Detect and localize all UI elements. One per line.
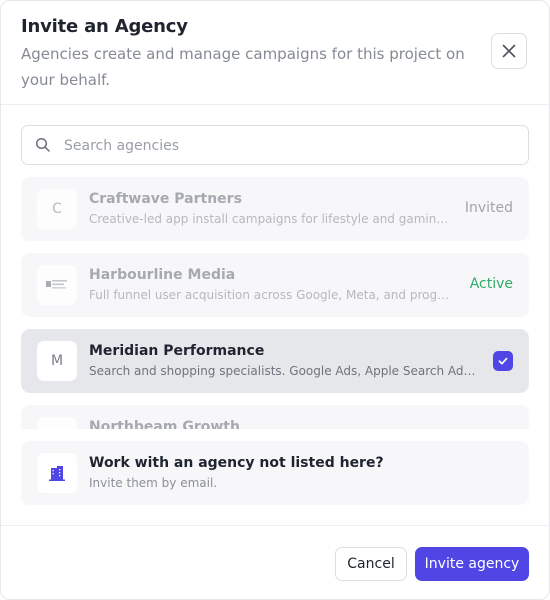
agency-name: Meridian Performance	[89, 343, 265, 359]
invite-agency-dialog: Invite an Agency Agencies create and man…	[0, 0, 550, 600]
search-input[interactable]	[62, 126, 506, 166]
agency-avatar	[37, 417, 77, 429]
dialog-title: Invite an Agency	[21, 16, 188, 37]
agency-item-harbourline[interactable]: Harbourline Media Full funnel user acqui…	[21, 253, 529, 317]
agency-description: Search and shopping specialists. Google …	[89, 364, 481, 378]
dialog-header: Invite an Agency Agencies create and man…	[1, 1, 549, 105]
status-badge: Invited	[464, 200, 513, 216]
agency-item-meridian[interactable]: M Meridian Performance Search and shoppi…	[21, 329, 529, 393]
status-badge: Active	[469, 276, 513, 292]
agency-description: Full funnel user acquisition across Goog…	[89, 288, 453, 302]
dialog-footer: Cancel Invite agency	[1, 525, 549, 599]
cancel-button[interactable]: Cancel	[335, 547, 407, 581]
agency-list[interactable]: C Craftwave Partners Creative-led app in…	[21, 177, 529, 429]
agency-avatar: C	[37, 189, 77, 229]
unlisted-title: Work with an agency not listed here?	[89, 455, 384, 471]
close-icon	[502, 44, 516, 58]
agency-logo	[37, 265, 77, 305]
unlisted-subtitle: Invite them by email.	[89, 476, 218, 490]
agency-item-northbeam[interactable]: Northbeam Growth	[21, 405, 529, 429]
invite-by-email-card[interactable]: Work with an agency not listed here? Inv…	[21, 441, 529, 505]
selected-checkbox[interactable]	[493, 351, 513, 371]
dialog-subtitle: Agencies create and manage campaigns for…	[21, 45, 465, 89]
agency-name: Northbeam Growth	[89, 419, 240, 429]
agency-name: Harbourline Media	[89, 267, 236, 283]
search-box	[21, 125, 529, 166]
agency-item-craftwave[interactable]: C Craftwave Partners Creative-led app in…	[21, 177, 529, 241]
invite-agency-button[interactable]: Invite agency	[415, 547, 529, 581]
search-icon	[35, 137, 50, 152]
agency-name: Craftwave Partners	[89, 191, 242, 207]
agency-avatar: M	[37, 341, 77, 381]
agency-description: Creative-led app install campaigns for l…	[89, 212, 453, 226]
harbourline-logo-icon	[46, 280, 67, 289]
checkmark-icon	[498, 357, 508, 365]
building-icon	[49, 466, 65, 481]
close-button[interactable]	[491, 33, 527, 69]
building-avatar	[37, 453, 77, 493]
